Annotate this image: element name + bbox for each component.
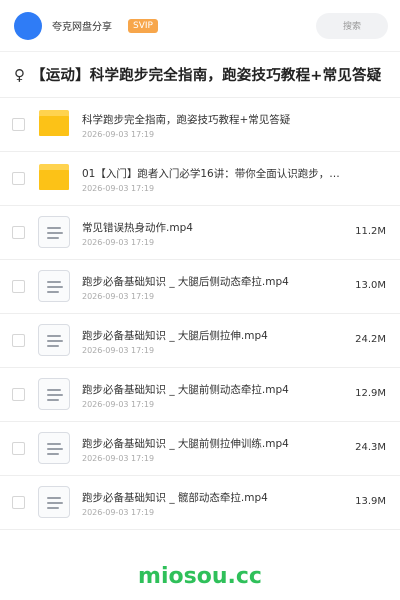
- file-row[interactable]: 常见错误热身动作.mp4 2026-09-03 17:19 11.2M: [0, 206, 400, 260]
- file-name: 跑步必备基础知识 _ 大腿后侧动态牵拉.mp4: [82, 276, 289, 288]
- document-file-icon: [38, 324, 70, 356]
- file-size: 13.0M: [355, 280, 386, 291]
- svip-badge: SVIP: [128, 18, 158, 33]
- file-date: 2026-09-03 17:19: [82, 292, 155, 301]
- row-checkbox[interactable]: [12, 334, 25, 347]
- row-checkbox[interactable]: [12, 226, 25, 239]
- female-sign-icon: ♀: [14, 65, 25, 84]
- file-row[interactable]: 跑步必备基础知识 _ 大腿前侧拉伸训练.mp4 2026-09-03 17:19 2…: [0, 422, 400, 476]
- avatar[interactable]: [14, 11, 42, 40]
- file-list: 科学跑步完全指南，跑姿技巧教程+常见答疑 2026-09-03 17:19 01【入…: [0, 98, 400, 530]
- file-date: 2026-09-03 17:19: [82, 130, 155, 139]
- folder-row[interactable]: 科学跑步完全指南，跑姿技巧教程+常见答疑 2026-09-03 17:19: [0, 98, 400, 152]
- row-checkbox[interactable]: [12, 172, 25, 185]
- folder-row[interactable]: 01【入门】跑者入门必学16讲：带你全面认识跑步，… 2026-09-03 17:…: [0, 152, 400, 206]
- document-file-icon: [38, 486, 70, 518]
- search-placeholder: 搜索: [342, 22, 361, 32]
- file-size: 13.9M: [355, 496, 386, 507]
- file-date: 2026-09-03 17:19: [82, 184, 155, 193]
- file-name: 跑步必备基础知识 _ 髋部动态牵拉.mp4: [82, 492, 268, 504]
- document-file-icon: [38, 432, 70, 464]
- row-checkbox[interactable]: [12, 118, 25, 131]
- file-row[interactable]: 跑步必备基础知识 _ 大腿前侧动态牵拉.mp4 2026-09-03 17:19 1…: [0, 368, 400, 422]
- file-name: 科学跑步完全指南，跑姿技巧教程+常见答疑: [82, 114, 291, 126]
- share-title-bar: ♀ 【运动】科学跑步完全指南，跑姿技巧教程+常见答疑: [0, 52, 400, 98]
- file-name: 01【入门】跑者入门必学16讲：带你全面认识跑步，…: [82, 168, 340, 180]
- row-checkbox[interactable]: [12, 388, 25, 401]
- share-title: 【运动】科学跑步完全指南，跑姿技巧教程+常见答疑: [31, 68, 382, 84]
- document-file-icon: [38, 216, 70, 248]
- row-checkbox[interactable]: [12, 280, 25, 293]
- watermark: miosou.cc: [138, 564, 262, 589]
- file-size: 11.2M: [355, 226, 386, 237]
- folder-icon: [38, 162, 70, 194]
- folder-icon: [38, 108, 70, 140]
- app-name: 夸克网盘分享: [52, 22, 112, 33]
- file-date: 2026-09-03 17:19: [82, 238, 155, 247]
- file-row[interactable]: 跑步必备基础知识 _ 大腿后侧动态牵拉.mp4 2026-09-03 17:19 1…: [0, 260, 400, 314]
- file-name: 跑步必备基础知识 _ 大腿前侧拉伸训练.mp4: [82, 438, 289, 450]
- document-file-icon: [38, 378, 70, 410]
- row-checkbox[interactable]: [12, 496, 25, 509]
- file-row[interactable]: 跑步必备基础知识 _ 大腿后侧拉伸.mp4 2026-09-03 17:19 24.…: [0, 314, 400, 368]
- file-date: 2026-09-03 17:19: [82, 400, 155, 409]
- search-button[interactable]: 搜索: [316, 12, 388, 39]
- file-date: 2026-09-03 17:19: [82, 346, 155, 355]
- file-size: 24.2M: [355, 334, 386, 345]
- row-checkbox[interactable]: [12, 442, 25, 455]
- file-name: 跑步必备基础知识 _ 大腿前侧动态牵拉.mp4: [82, 384, 289, 396]
- file-size: 12.9M: [355, 388, 386, 399]
- file-name: 跑步必备基础知识 _ 大腿后侧拉伸.mp4: [82, 330, 268, 342]
- document-file-icon: [38, 270, 70, 302]
- top-bar: 夸克网盘分享 SVIP 搜索: [0, 0, 400, 52]
- file-name: 常见错误热身动作.mp4: [82, 222, 193, 234]
- file-row[interactable]: 跑步必备基础知识 _ 髋部动态牵拉.mp4 2026-09-03 17:19 13.…: [0, 476, 400, 530]
- file-date: 2026-09-03 17:19: [82, 454, 155, 463]
- file-date: 2026-09-03 17:19: [82, 508, 155, 517]
- file-size: 24.3M: [355, 442, 386, 453]
